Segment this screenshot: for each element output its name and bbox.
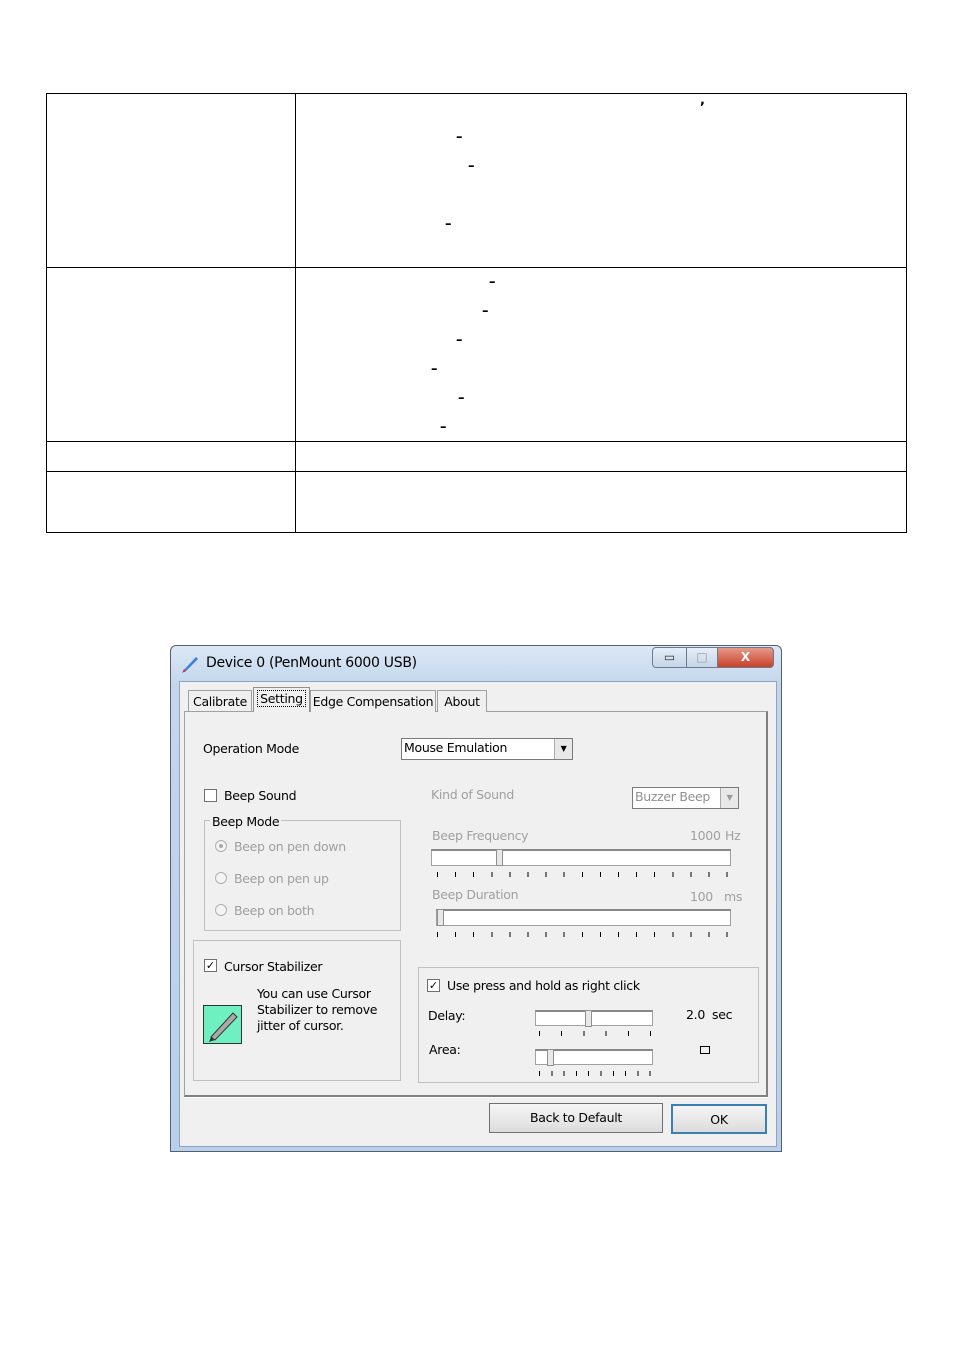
maximize-button[interactable]: □ bbox=[686, 647, 718, 668]
cursor-stabilizer-description-line: Stabilizer to remove bbox=[257, 1002, 378, 1017]
beep-duration-value: 100 bbox=[690, 889, 713, 904]
table-dash: – bbox=[468, 159, 475, 174]
beep-both-radio[interactable] bbox=[215, 904, 227, 916]
cursor-stabilizer-description-line: jitter of cursor. bbox=[257, 1018, 344, 1033]
operation-mode-value: Mouse Emulation bbox=[404, 740, 508, 755]
table-row-divider bbox=[46, 441, 907, 442]
table-dash: – bbox=[440, 420, 447, 435]
beep-mode-label: Beep Mode bbox=[210, 814, 282, 829]
beep-pen-down-radio[interactable] bbox=[215, 840, 227, 852]
beep-duration-slider[interactable] bbox=[436, 909, 731, 926]
area-label: Area: bbox=[429, 1042, 461, 1057]
slider-thumb[interactable] bbox=[546, 1049, 554, 1066]
operation-mode-label: Operation Mode bbox=[203, 741, 300, 756]
beep-frequency-value: 1000 bbox=[690, 828, 721, 843]
ok-button[interactable]: OK bbox=[671, 1104, 767, 1134]
document-table bbox=[46, 93, 907, 533]
table-row-divider bbox=[46, 267, 907, 268]
tab-calibrate[interactable]: Calibrate bbox=[188, 690, 252, 712]
delay-slider[interactable] bbox=[535, 1010, 653, 1027]
beep-both-label: Beep on both bbox=[234, 903, 315, 918]
pen-app-icon bbox=[182, 657, 198, 673]
beep-frequency-slider[interactable] bbox=[431, 849, 731, 866]
delay-value: 2.0 bbox=[686, 1007, 705, 1022]
slider-ticks bbox=[539, 1071, 651, 1076]
table-dash: – bbox=[456, 333, 463, 348]
table-row-divider bbox=[46, 471, 907, 472]
pen-stabilizer-icon bbox=[203, 1005, 242, 1044]
slider-ticks bbox=[539, 1031, 651, 1036]
area-slider[interactable] bbox=[535, 1049, 653, 1066]
kind-of-sound-select[interactable]: Buzzer Beep ▼ bbox=[632, 787, 739, 809]
beep-pen-up-radio[interactable] bbox=[215, 872, 227, 884]
beep-duration-unit: ms bbox=[724, 889, 743, 904]
beep-frequency-label: Beep Frequency bbox=[432, 828, 529, 843]
kind-of-sound-label: Kind of Sound bbox=[431, 787, 514, 802]
table-dash: – bbox=[456, 130, 463, 145]
beep-duration-label: Beep Duration bbox=[432, 887, 519, 902]
cursor-stabilizer-description-line: You can use Cursor bbox=[257, 986, 371, 1001]
minimize-button[interactable]: ▭ bbox=[652, 647, 687, 668]
table-comma: , bbox=[700, 93, 705, 108]
slider-thumb[interactable] bbox=[496, 849, 504, 866]
slider-thumb[interactable] bbox=[437, 909, 444, 926]
right-click-label: Use press and hold as right click bbox=[447, 978, 640, 993]
cursor-stabilizer-checkbox[interactable]: ✓ bbox=[204, 959, 217, 972]
table-dash: – bbox=[482, 304, 489, 319]
beep-pen-down-label: Beep on pen down bbox=[234, 839, 346, 854]
table-dash: – bbox=[458, 391, 465, 406]
tab-setting-label: Setting bbox=[257, 690, 306, 707]
tab-setting[interactable]: Setting bbox=[253, 687, 310, 712]
table-column-divider bbox=[295, 93, 296, 533]
beep-sound-label: Beep Sound bbox=[224, 788, 297, 803]
kind-of-sound-value: Buzzer Beep bbox=[635, 789, 711, 804]
slider-thumb[interactable] bbox=[585, 1010, 593, 1027]
tab-about[interactable]: About bbox=[437, 690, 487, 712]
area-preview-square bbox=[700, 1046, 710, 1054]
table-dash: – bbox=[489, 275, 496, 290]
slider-ticks bbox=[437, 932, 729, 937]
slider-ticks bbox=[437, 872, 729, 877]
table-dash: – bbox=[445, 217, 452, 232]
dropdown-arrow-icon: ▼ bbox=[720, 788, 738, 808]
cursor-stabilizer-label: Cursor Stabilizer bbox=[224, 959, 323, 974]
beep-sound-checkbox[interactable] bbox=[204, 789, 217, 802]
beep-pen-up-label: Beep on pen up bbox=[234, 871, 329, 886]
beep-frequency-unit: Hz bbox=[725, 828, 741, 843]
back-to-default-button[interactable]: Back to Default bbox=[489, 1103, 663, 1133]
dropdown-arrow-icon: ▼ bbox=[554, 739, 572, 759]
tab-edge-compensation[interactable]: Edge Compensation bbox=[310, 690, 436, 712]
separator bbox=[184, 1097, 768, 1098]
operation-mode-select[interactable]: Mouse Emulation ▼ bbox=[401, 738, 573, 760]
close-button[interactable]: X bbox=[717, 647, 774, 668]
dialog-title: Device 0 (PenMount 6000 USB) bbox=[206, 655, 417, 671]
delay-unit: sec bbox=[712, 1007, 733, 1022]
delay-label: Delay: bbox=[428, 1008, 466, 1023]
right-click-checkbox[interactable]: ✓ bbox=[427, 979, 440, 992]
table-dash: – bbox=[431, 362, 438, 377]
